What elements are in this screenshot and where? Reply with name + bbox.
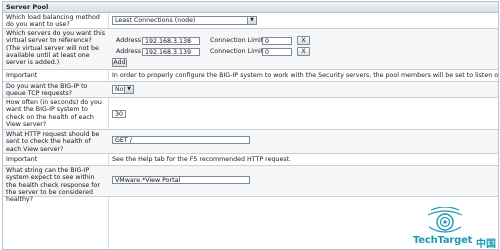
queue-row: Do you want the BIG-IP to queue TCP requ…	[3, 82, 498, 98]
important-label-1: Important	[6, 72, 38, 79]
important-row-1: Important In order to properly configure…	[3, 70, 498, 82]
lb-method-label: Which load balancing method do you want …	[6, 13, 100, 28]
important-text-2: See the Help tab for the F5 recommended …	[112, 155, 292, 163]
logo-suffix-text: 中国	[476, 239, 496, 250]
http-request-row: What HTTP request should be sent to chec…	[3, 130, 498, 154]
queue-label: Do you want the BIG-IP to queue TCP requ…	[6, 82, 88, 97]
address-label-2: Address	[116, 48, 142, 55]
http-request-label: What HTTP request should be sent to chec…	[6, 131, 100, 153]
conn-limit-input-2[interactable]: 0	[262, 48, 292, 56]
address-input-1[interactable]: 192.168.3.138	[142, 37, 200, 45]
conn-limit-input-1[interactable]: 0	[262, 37, 292, 45]
servers-label: Which servers do you want this virtual s…	[6, 30, 106, 67]
conn-limit-label-1: Connection Limit	[210, 37, 264, 44]
servers-row: Which servers do you want this virtual s…	[3, 29, 498, 70]
chevron-down-icon[interactable]: ▼	[124, 86, 133, 93]
important-text-1: In order to properly configure the BIG-I…	[112, 71, 499, 79]
http-request-input[interactable]: GET /	[112, 136, 250, 144]
panel-title: Server Pool	[3, 2, 498, 13]
conn-limit-label-2: Connection Limit	[210, 48, 264, 55]
techtarget-logo: TechTarget 中国	[411, 207, 499, 250]
important-row-2: Important See the Help tab for the F5 re…	[3, 154, 498, 166]
receive-string-label: What string can the BIG-IP system expect…	[6, 167, 100, 204]
receive-string-row: What string can the BIG-IP system expect…	[3, 166, 498, 203]
receive-string-input[interactable]: VMware.*View Portal	[112, 176, 250, 184]
remove-server-button-1[interactable]: X	[297, 36, 310, 45]
address-label-1: Address	[116, 37, 142, 44]
queue-select[interactable]: No ▼	[112, 85, 134, 94]
lb-method-selected: Least Connections (node)	[115, 17, 196, 24]
logo-brand-text: TechTarget	[413, 235, 473, 246]
add-server-button[interactable]: Add	[112, 58, 127, 67]
queue-selected: No	[115, 86, 124, 93]
lb-method-row: Which load balancing method do you want …	[3, 13, 498, 29]
interval-row: How often (in seconds) do you want the B…	[3, 98, 498, 130]
interval-input[interactable]: 30	[112, 110, 126, 118]
remove-server-button-2[interactable]: X	[297, 47, 310, 56]
important-label-2: Important	[6, 156, 38, 163]
interval-label: How often (in seconds) do you want the B…	[6, 99, 102, 128]
lb-method-select[interactable]: Least Connections (node) ▼	[112, 16, 257, 25]
chevron-down-icon[interactable]: ▼	[247, 17, 256, 24]
eye-icon	[427, 207, 463, 233]
address-input-2[interactable]: 192.168.3.139	[142, 48, 200, 56]
